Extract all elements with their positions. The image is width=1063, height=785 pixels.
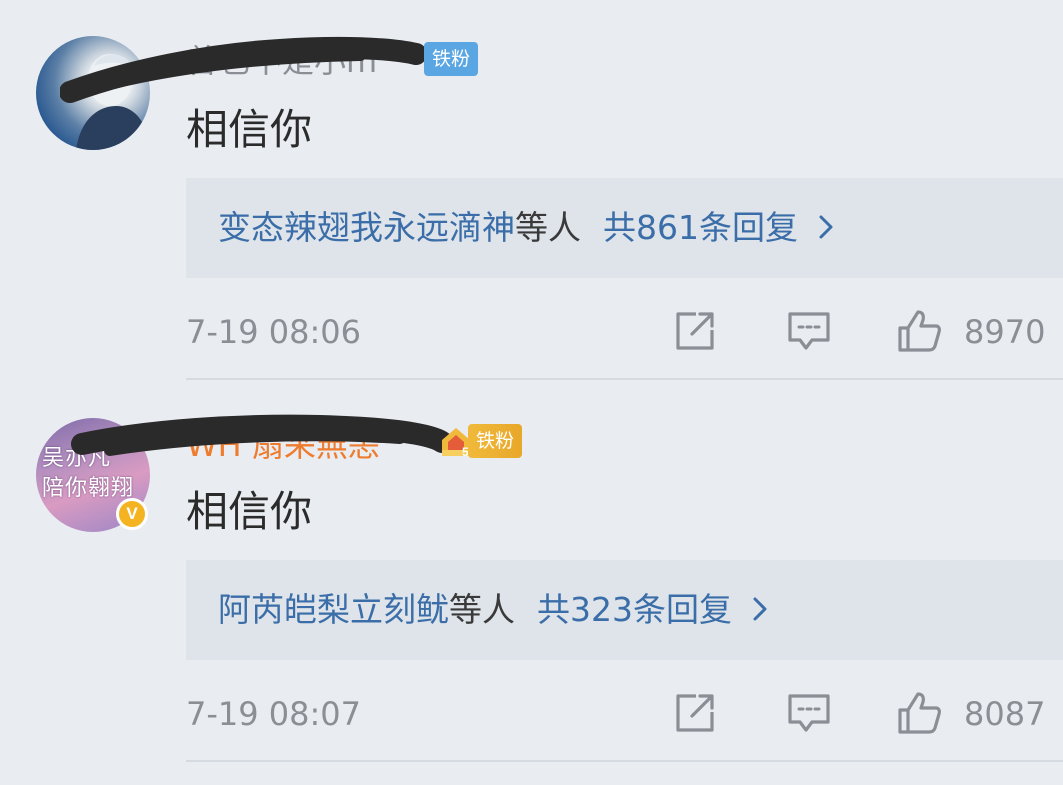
reply-button[interactable] bbox=[786, 690, 832, 736]
reply-count-link[interactable]: 共323条回复 bbox=[537, 590, 732, 629]
chevron-right-icon bbox=[753, 597, 767, 621]
username[interactable]: 曾也不是小m bbox=[186, 38, 377, 84]
comment-feed: 曾也不是小m 铁粉 相信你 变态辣翅我永远滴神等人 共861条回复 7-19 08… bbox=[0, 0, 1063, 785]
avatar-caption: 吴亦凡 陪你翱翔 bbox=[42, 446, 135, 501]
verified-v-icon: V bbox=[116, 498, 148, 530]
comment-meta: 7-19 08:07 8087 bbox=[0, 688, 1063, 738]
reply-button[interactable] bbox=[786, 308, 832, 354]
fan-badge: 铁粉 bbox=[424, 42, 479, 76]
share-button[interactable] bbox=[672, 308, 718, 354]
comment-item: 吴亦凡 陪你翱翔 V WH 扇采無恙 5 铁粉 相信你 阿芮皑梨立刻鱿等人 共323… bbox=[0, 382, 1063, 762]
avatar[interactable]: 吴亦凡 陪你翱翔 V bbox=[36, 418, 150, 532]
like-count: 8970 bbox=[964, 313, 1046, 351]
divider bbox=[186, 378, 1063, 380]
thumbs-up-icon bbox=[898, 310, 941, 352]
avatar-photo-icon bbox=[76, 54, 150, 150]
like-button[interactable] bbox=[896, 690, 942, 736]
timestamp: 7-19 08:07 bbox=[186, 695, 362, 733]
comment-meta: 7-19 08:06 8970 bbox=[0, 306, 1063, 356]
comment-icon bbox=[788, 694, 830, 732]
fan-badge: 铁粉 bbox=[468, 424, 523, 458]
timestamp: 7-19 08:06 bbox=[186, 313, 362, 351]
reply-count-link[interactable]: 共861条回复 bbox=[603, 208, 798, 247]
comment-item: 曾也不是小m 铁粉 相信你 变态辣翅我永远滴神等人 共861条回复 7-19 08… bbox=[0, 0, 1063, 380]
avatar-image bbox=[36, 36, 150, 150]
share-icon bbox=[676, 694, 714, 732]
divider bbox=[186, 760, 1063, 762]
reply-suffix: 等人 bbox=[449, 590, 515, 629]
reply-suffix: 等人 bbox=[515, 208, 581, 247]
reply-preview-line: 变态辣翅我永远滴神等人 共861条回复 bbox=[218, 204, 836, 252]
reply-users[interactable]: 阿芮皑梨立刻鱿 bbox=[218, 590, 449, 629]
username[interactable]: WH 扇采無恙 bbox=[186, 422, 380, 468]
reply-users[interactable]: 变态辣翅我永远滴神 bbox=[218, 208, 515, 247]
chevron-right-icon bbox=[819, 215, 833, 239]
reply-preview[interactable]: 阿芮皑梨立刻鱿等人 共323条回复 bbox=[186, 560, 1063, 660]
comment-text: 相信你 bbox=[186, 487, 313, 536]
comment-icon bbox=[788, 312, 830, 350]
reply-preview[interactable]: 变态辣翅我永远滴神等人 共861条回复 bbox=[186, 178, 1063, 278]
comment-text: 相信你 bbox=[186, 105, 313, 154]
share-icon bbox=[676, 312, 714, 350]
share-button[interactable] bbox=[672, 690, 718, 736]
reply-preview-line: 阿芮皑梨立刻鱿等人 共323条回复 bbox=[218, 586, 770, 634]
like-count: 8087 bbox=[964, 695, 1046, 733]
thumbs-up-icon bbox=[898, 692, 941, 734]
avatar[interactable] bbox=[36, 36, 150, 150]
like-button[interactable] bbox=[896, 308, 942, 354]
